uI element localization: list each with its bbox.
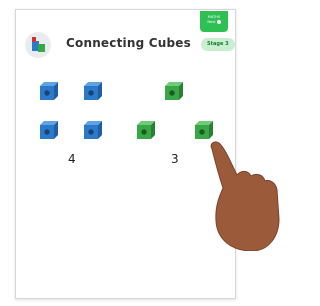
green-cube — [137, 121, 155, 139]
connecting-cubes-icon — [25, 32, 51, 58]
next-tab[interactable]: MATHS Next — [200, 11, 228, 32]
lesson-title: Connecting Cubes — [66, 36, 191, 50]
green-cube — [165, 82, 183, 100]
blue-cube — [84, 121, 102, 139]
green-cube[interactable] — [193, 119, 215, 141]
blue-cube — [40, 82, 58, 100]
blue-cube — [84, 82, 102, 100]
next-arrow-icon — [216, 20, 221, 24]
corner-next: Next — [200, 20, 228, 25]
blue-count: 4 — [68, 152, 76, 166]
pointing-hand-icon — [210, 141, 280, 251]
blue-cube — [40, 121, 58, 139]
stage-badge: Stage 3 — [201, 38, 235, 51]
green-count: 3 — [171, 152, 179, 166]
